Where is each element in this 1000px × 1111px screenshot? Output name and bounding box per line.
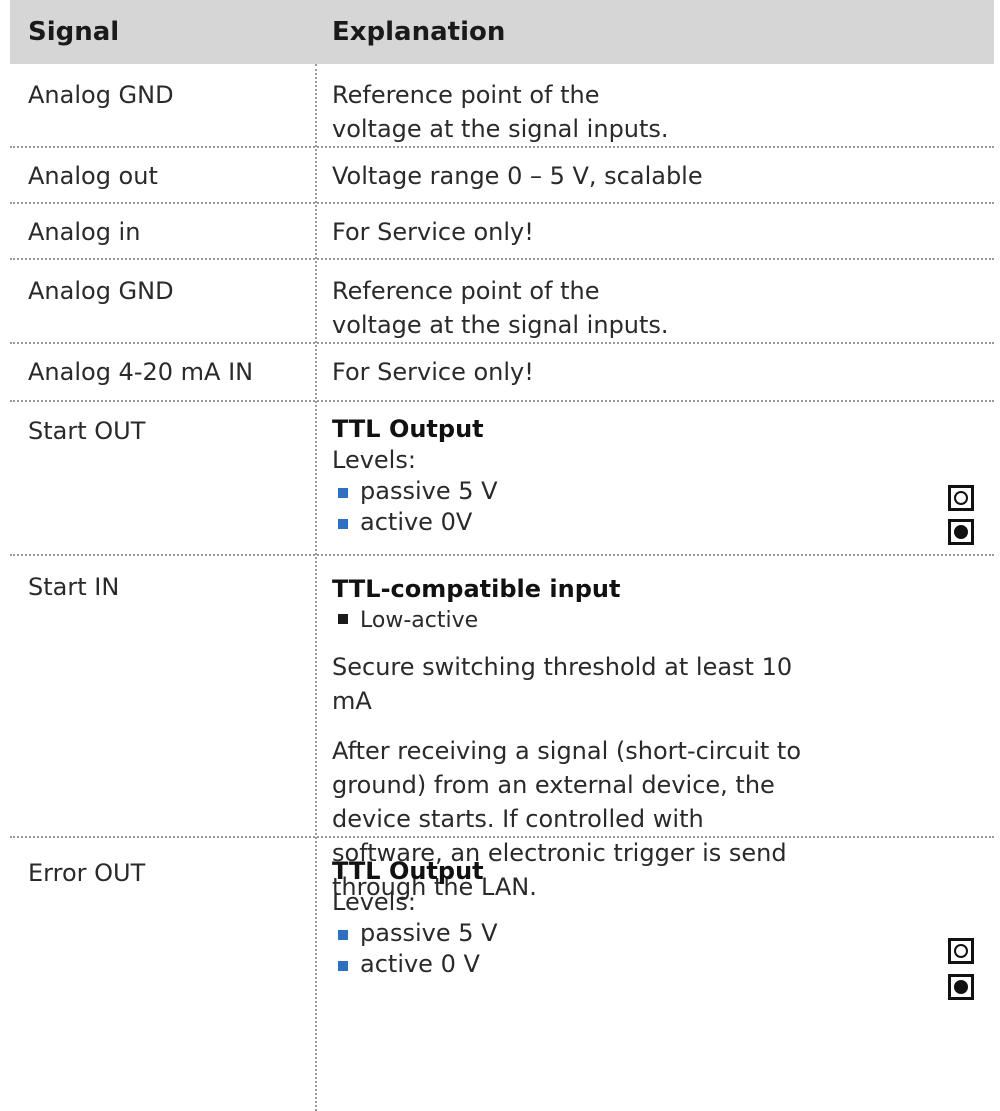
table-row: Analog GND Reference point of the voltag…	[10, 64, 994, 148]
table-row: Analog in For Service only!	[10, 204, 994, 260]
table-row: Start OUT TTL Output Levels: passive 5 V…	[10, 402, 994, 556]
signal-explanation: Reference point of the voltage at the si…	[332, 277, 669, 339]
bullet-icon	[338, 519, 348, 529]
list-item: Low-active	[332, 606, 812, 634]
list-item-text: active 0 V	[360, 950, 480, 978]
signal-name: Analog GND	[28, 81, 174, 109]
led-off-icon	[948, 485, 974, 511]
led-on-icon	[948, 519, 974, 545]
levels-label: Levels:	[332, 446, 416, 474]
list-item: active 0V	[332, 507, 892, 538]
signal-name: Analog in	[28, 218, 141, 246]
header-signal: Signal	[28, 17, 120, 47]
header-explanation: Explanation	[332, 17, 506, 47]
paragraph: Secure switching threshold at least 10 m…	[332, 653, 793, 715]
signal-explanation: For Service only!	[332, 218, 534, 246]
levels-label: Levels:	[332, 888, 416, 916]
table-row: Analog out Voltage range 0 – 5 V, scalab…	[10, 148, 994, 204]
list-item-text: active 0V	[360, 508, 473, 536]
bullet-icon	[338, 930, 348, 940]
table-row: Analog 4-20 mA IN For Service only!	[10, 344, 994, 402]
led-on-icon	[948, 974, 974, 1000]
signal-table: Signal Explanation Analog GND Reference …	[10, 0, 994, 1111]
signal-explanation: Reference point of the voltage at the si…	[332, 81, 669, 143]
signal-name: Start IN	[28, 573, 120, 601]
bullet-icon	[338, 488, 348, 498]
explanation-title: TTL Output	[332, 415, 484, 443]
table-row: Start IN TTL-compatible input Low-active…	[10, 556, 994, 901]
list-item: passive 5 V	[332, 476, 892, 507]
signal-explanation: Voltage range 0 – 5 V, scalable	[332, 162, 703, 190]
list-item: active 0 V	[332, 949, 892, 980]
list-item-text: passive 5 V	[360, 477, 498, 505]
signal-explanation: TTL Output Levels: passive 5 V active 0 …	[332, 856, 892, 980]
list-item-text: passive 5 V	[360, 919, 498, 947]
signal-name: Analog out	[28, 162, 158, 190]
list-item-text: Low-active	[360, 608, 479, 633]
signal-explanation: For Service only!	[332, 358, 534, 386]
led-off-icon	[948, 938, 974, 964]
bullet-icon	[338, 614, 348, 624]
signal-name: Analog GND	[28, 277, 174, 305]
explanation-title: TTL Output	[332, 857, 484, 885]
signal-name: Error OUT	[28, 859, 146, 887]
bullet-icon	[338, 961, 348, 971]
table-row: Error OUT TTL Output Levels: passive 5 V…	[10, 838, 994, 1111]
explanation-title: TTL-compatible input	[332, 575, 621, 603]
signal-name: Start OUT	[28, 417, 146, 445]
table-row: Analog GND Reference point of the voltag…	[10, 260, 994, 344]
table-header: Signal Explanation	[10, 0, 994, 64]
list-item: passive 5 V	[332, 918, 892, 949]
signal-name: Analog 4-20 mA IN	[28, 358, 254, 386]
signal-explanation: TTL Output Levels: passive 5 V active 0V	[332, 414, 892, 538]
